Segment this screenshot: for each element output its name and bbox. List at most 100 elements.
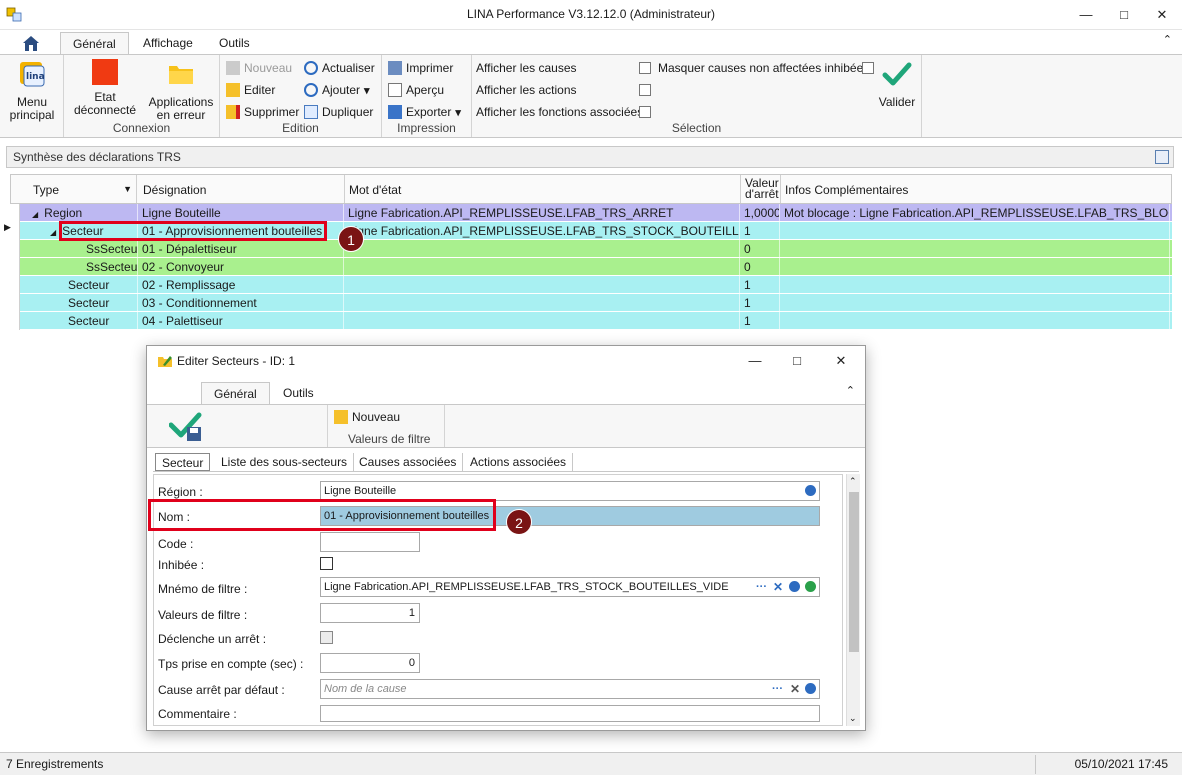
lina-logo-icon: lina xyxy=(20,62,45,87)
home-icon[interactable] xyxy=(18,33,44,53)
close-icon[interactable]: ✕ xyxy=(1142,4,1182,26)
region-select-icon[interactable] xyxy=(805,485,816,496)
export-icon xyxy=(388,105,402,119)
tab-affichage[interactable]: Affichage xyxy=(131,32,205,54)
connexion-group-label: Connexion xyxy=(112,121,171,135)
etat-label: Etat déconnecté xyxy=(73,90,137,117)
subtab-causes[interactable]: Causes associées xyxy=(353,453,464,471)
collapse-triangle-icon[interactable]: ◢ xyxy=(32,210,38,219)
clear-icon[interactable]: ✕ xyxy=(790,680,800,698)
row-valeur: 0 xyxy=(740,240,780,258)
commentaire-field[interactable] xyxy=(320,705,820,722)
menu-principal-button[interactable]: lina Menu principal xyxy=(4,59,60,122)
afficher-fonctions-checkbox[interactable] xyxy=(639,103,651,121)
table-row[interactable]: Secteur 04 - Palettiseur 1 xyxy=(0,312,1172,330)
mnemo-field[interactable]: Ligne Fabrication.API_REMPLISSEUSE.LFAB_… xyxy=(320,577,820,597)
scroll-down-icon[interactable]: ⌄ xyxy=(849,713,857,724)
row-designation: 04 - Palettiseur xyxy=(138,312,344,330)
etat-button[interactable]: Etat déconnecté xyxy=(70,59,140,117)
afficher-actions-checkbox[interactable] xyxy=(639,81,651,99)
imprimer-button[interactable]: Imprimer xyxy=(388,59,453,77)
nouveau-button[interactable]: Nouveau xyxy=(226,59,292,77)
dialog-nouveau-button[interactable]: Nouveau xyxy=(334,408,400,426)
inhibee-checkbox[interactable] xyxy=(320,557,333,570)
exporter-button[interactable]: Exporter ▾ xyxy=(388,103,461,121)
header-designation[interactable]: Désignation xyxy=(139,175,345,203)
valider-button[interactable]: Valider xyxy=(872,59,922,109)
filter-dropdown-icon[interactable]: ▼ xyxy=(123,184,132,194)
row-type: SsSecteur xyxy=(82,240,138,258)
subtab-actions[interactable]: Actions associées xyxy=(464,453,574,471)
row-indicator xyxy=(0,258,20,276)
row-designation: 01 - Dépalettiseur xyxy=(138,240,344,258)
group-impression: Imprimer Aperçu Exporter ▾ Impression xyxy=(382,55,472,137)
collapse-ribbon-icon[interactable]: ⌃ xyxy=(1163,33,1172,46)
inhibee-label: Inhibée : xyxy=(158,558,205,572)
header-valeur-arret[interactable]: Valeur d'arrêt xyxy=(741,175,781,203)
row-infos xyxy=(780,276,1170,294)
actualiser-button[interactable]: Actualiser xyxy=(304,59,375,77)
valeurs-filtre-field[interactable]: 1 xyxy=(320,603,420,623)
select-icon[interactable] xyxy=(789,581,800,592)
scroll-up-icon[interactable]: ⌃ xyxy=(849,476,857,487)
tab-outils[interactable]: Outils xyxy=(207,32,262,54)
minimize-icon[interactable]: — xyxy=(1066,4,1106,26)
panel-options-icon[interactable] xyxy=(1155,150,1169,164)
table-row[interactable]: Secteur 02 - Remplissage 1 xyxy=(0,276,1172,294)
apercu-button[interactable]: Aperçu xyxy=(388,81,444,99)
scrollbar-thumb[interactable] xyxy=(849,492,859,652)
afficher-fonctions-label: Afficher les fonctions associées xyxy=(476,105,644,119)
add-icon[interactable] xyxy=(805,581,816,592)
row-valeur: 1 xyxy=(740,222,780,240)
row-indicator xyxy=(0,312,20,330)
row-valeur: 1,0000 xyxy=(740,204,780,222)
chevron-down-icon: ▾ xyxy=(364,85,370,97)
header-mot-etat[interactable]: Mot d'état xyxy=(345,175,741,203)
dialog-close-icon[interactable]: ✕ xyxy=(821,350,861,372)
region-field[interactable]: Ligne Bouteille xyxy=(320,481,820,501)
dialog-tab-general[interactable]: Général xyxy=(201,382,270,404)
select-icon[interactable] xyxy=(805,683,816,694)
ajouter-button[interactable]: Ajouter ▾ xyxy=(304,81,370,99)
supprimer-button[interactable]: Supprimer xyxy=(226,103,299,121)
table-row[interactable]: SsSecteur 01 - Dépalettiseur 0 xyxy=(0,240,1172,258)
header-type[interactable]: Type ▼ xyxy=(29,175,137,203)
ellipsis-icon[interactable]: ··· xyxy=(772,680,783,698)
dialog-tab-outils[interactable]: Outils xyxy=(271,382,326,404)
dialog-maximize-icon[interactable]: □ xyxy=(777,350,817,372)
clear-icon[interactable]: ✕ xyxy=(773,578,783,596)
cause-field[interactable]: Nom de la cause ··· ✕ xyxy=(320,679,820,699)
maximize-icon[interactable]: □ xyxy=(1104,4,1144,26)
ellipsis-icon[interactable]: ··· xyxy=(756,578,767,596)
record-count: 7 Enregistrements xyxy=(6,757,104,771)
header-infos[interactable]: Infos Complémentaires xyxy=(781,175,1171,203)
folder-edit-icon xyxy=(158,356,172,367)
valeurs-filtre-label: Valeurs de filtre : xyxy=(158,608,248,622)
subtab-sous-secteurs[interactable]: Liste des sous-secteurs xyxy=(215,453,355,471)
dialog-collapse-ribbon-icon[interactable]: ⌃ xyxy=(846,384,855,397)
dialog-minimize-icon[interactable]: — xyxy=(735,350,775,372)
row-mot-etat xyxy=(344,258,740,276)
row-type: ◢ Region xyxy=(28,204,138,222)
subtab-secteur[interactable]: Secteur xyxy=(155,453,211,471)
edit-secteur-dialog: Editer Secteurs - ID: 1 — □ ✕ Général Ou… xyxy=(146,345,866,731)
dupliquer-button[interactable]: Dupliquer xyxy=(304,103,373,121)
afficher-causes-checkbox[interactable] xyxy=(639,59,651,77)
printer-icon xyxy=(388,61,402,75)
table-row[interactable]: Secteur 03 - Conditionnement 1 xyxy=(0,294,1172,312)
row-indicator xyxy=(0,294,20,312)
code-field[interactable] xyxy=(320,532,420,552)
row-designation: 03 - Conditionnement xyxy=(138,294,344,312)
form-scrollbar[interactable]: ⌃ ⌄ xyxy=(846,474,860,726)
selection-group-label: Sélection xyxy=(671,121,722,135)
declenche-arret-checkbox[interactable] xyxy=(320,631,333,644)
save-validate-icon[interactable] xyxy=(169,411,205,443)
collapse-triangle-icon[interactable]: ◢ xyxy=(50,228,56,237)
tps-field[interactable]: 0 xyxy=(320,653,420,673)
region-label: Région : xyxy=(158,485,203,499)
editer-button[interactable]: Editer xyxy=(226,81,275,99)
tab-general[interactable]: Général xyxy=(60,32,129,54)
applications-button[interactable]: Applications en erreur xyxy=(144,59,218,122)
table-row[interactable]: ◢ Region Ligne Bouteille Ligne Fabricatio… xyxy=(0,204,1172,222)
table-row[interactable]: SsSecteur 02 - Convoyeur 0 xyxy=(0,258,1172,276)
